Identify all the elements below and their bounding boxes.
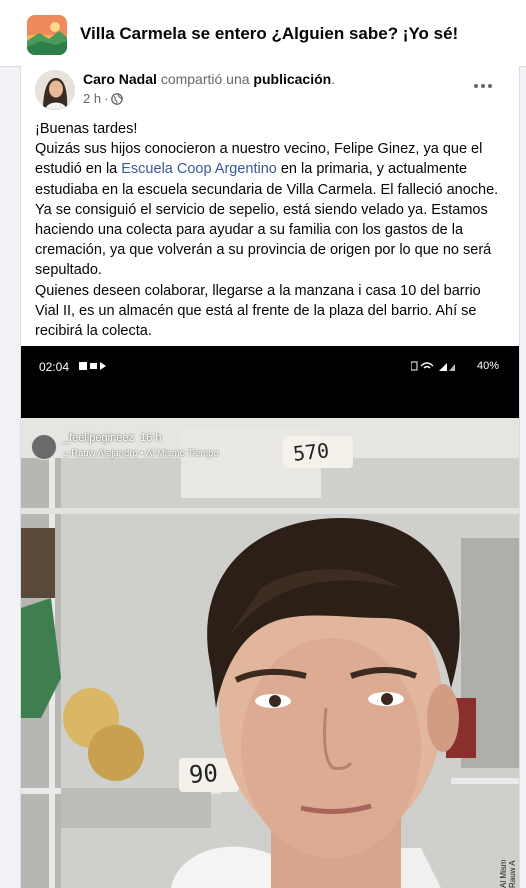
story-frame: _feelipegineez 16 h ♫ Rauw Alejandro • A… <box>21 418 519 888</box>
story-photo <box>21 418 519 888</box>
post-body: ¡Buenas tardes! Quizás sus hijos conocie… <box>35 119 507 341</box>
battery-level: 40% <box>476 360 499 372</box>
phone-status-bar: 02:04 40% <box>21 346 519 386</box>
story-music: ♫ Rauw Alejandro • Al Mismo Tiempo <box>63 448 219 459</box>
box-label-90: 90 <box>188 759 219 789</box>
post-paragraph-collect: Quienes deseen colaborar, llegarse a la … <box>35 282 481 340</box>
dot-icon <box>474 84 478 88</box>
avatar-photo <box>35 70 75 110</box>
post-meta: 2 h · <box>83 91 124 106</box>
shared-period: . <box>331 71 336 87</box>
group-cover-image <box>27 15 67 55</box>
dot-icon <box>488 84 492 88</box>
post-card: Caro Nadal compartió una publicación. 2 … <box>20 66 520 888</box>
shared-post-link[interactable]: publicación <box>253 71 331 87</box>
author-avatar[interactable] <box>35 70 75 110</box>
paragraph-text: en la primaria, y actualmente estudiaba … <box>35 161 499 279</box>
author-name[interactable]: Caro Nadal <box>83 71 157 87</box>
dot-icon <box>481 84 485 88</box>
post-media-screenshot[interactable]: 02:04 40% _feelipegineez 16 h ♫ Rauw Ale… <box>21 346 519 888</box>
author-line: Caro Nadal compartió una publicación. <box>83 71 335 87</box>
group-title[interactable]: Villa Carmela se entero ¿Alguien sabe? ¡… <box>80 24 458 44</box>
story-username-text: _feelipegineez <box>63 432 134 444</box>
globe-icon[interactable] <box>111 92 124 105</box>
post-timestamp[interactable]: 2 h <box>83 91 101 106</box>
signal-wifi-icons <box>411 361 455 371</box>
status-time: 02:04 <box>39 360 70 374</box>
group-header: Villa Carmela se entero ¿Alguien sabe? ¡… <box>0 0 526 67</box>
post-paragraph-main: Quizás sus hijos conocieron a nuestro ve… <box>35 139 507 280</box>
school-link[interactable]: Escuela Coop Argentino <box>121 161 277 177</box>
shared-text: compartió una <box>160 71 250 87</box>
story-side-text: Al Mism Rauw A <box>499 859 517 888</box>
story-username: _feelipegineez 16 h <box>63 432 162 444</box>
more-options-button[interactable] <box>467 76 499 96</box>
post-paragraph-greeting: ¡Buenas tardes! <box>35 121 138 137</box>
story-time: 16 h <box>140 432 162 444</box>
notification-icons <box>79 362 106 370</box>
group-thumbnail[interactable] <box>27 15 67 55</box>
box-label-570: 570 <box>291 438 331 466</box>
story-music-text: Rauw Alejandro • Al Mismo Tiempo <box>71 448 219 459</box>
story-user-avatar <box>31 434 57 460</box>
meta-separator: · <box>104 91 109 106</box>
